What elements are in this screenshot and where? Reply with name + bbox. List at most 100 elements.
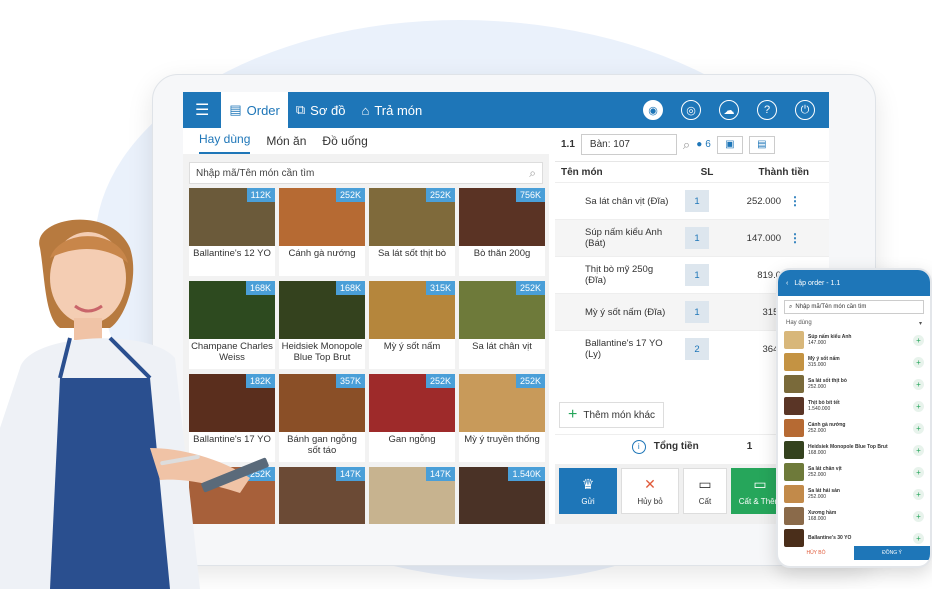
food-image: 315K	[369, 281, 455, 339]
phone-ok-button[interactable]: ĐỒNG Ý	[854, 546, 930, 560]
food-image: 147K	[369, 467, 455, 524]
line-total: 147.000	[746, 232, 781, 244]
price-badge: 315K	[425, 281, 455, 295]
info-icon[interactable]: i	[631, 439, 646, 454]
menu-item-card[interactable]: 252K Sa lát chân vịt	[459, 281, 545, 369]
menu-item-card[interactable]: 147K	[369, 467, 455, 524]
food-thumbnail	[784, 529, 804, 547]
tab-order[interactable]: ▤ Order	[221, 92, 288, 128]
phone-list-item[interactable]: Mỳ ý sốt nấm 315.000 +	[778, 351, 930, 373]
phone-list-item[interactable]: Sa lát sốt thịt bò 252.000 +	[778, 373, 930, 395]
cloud-icon[interactable]: ☁	[719, 100, 739, 120]
category-tabs: Hay dùng Món ăn Đồ uống	[183, 128, 549, 154]
search-icon: ⌕	[789, 303, 793, 310]
add-icon[interactable]: +	[913, 532, 924, 544]
price-badge: 252K	[335, 188, 365, 202]
tab-map[interactable]: ⧉ Sơ đồ	[288, 92, 354, 128]
quantity-field[interactable]: 1	[685, 301, 709, 323]
phone-header: ‹ Lập order - 1.1	[778, 270, 930, 296]
send-button[interactable]: ♛ Gửi	[559, 468, 617, 514]
waitress-illustration	[0, 219, 269, 589]
menu-item-card[interactable]: 1.540K	[459, 467, 545, 524]
save-button[interactable]: ▭ Cất	[683, 468, 727, 514]
help-icon[interactable]: ?	[757, 100, 777, 120]
add-more-button[interactable]: + Thêm món khác	[559, 402, 665, 428]
quantity-field[interactable]: 1	[685, 227, 709, 249]
quantity-field[interactable]: 1	[685, 190, 709, 212]
phone-item-price: 315.000	[808, 362, 827, 368]
line-total: 364.	[762, 343, 782, 355]
guests-count[interactable]: ● 6	[696, 139, 711, 150]
phone-list-item[interactable]: Xương hầm 168.000 +	[778, 505, 930, 527]
phone-list-item[interactable]: Thịt bò bít tết 1.540.000 +	[778, 395, 930, 417]
tab-return[interactable]: ⌂ Trả món	[353, 92, 430, 128]
order-icon: ▤	[229, 102, 242, 117]
receipt-icon[interactable]: ▤	[748, 135, 775, 154]
phone-cancel-button[interactable]: HỦY BỎ	[778, 546, 854, 560]
power-icon[interactable]: ⏻	[795, 100, 815, 120]
phone-list-item[interactable]: Sa lát hải sản 252.000 +	[778, 483, 930, 505]
tray-icon: ⌂	[361, 102, 370, 118]
more-icon[interactable]: ⋮	[789, 194, 801, 208]
quantity-field[interactable]: 1	[685, 264, 709, 286]
price-badge: 252K	[425, 374, 455, 388]
menu-item-card[interactable]: 315K Mỳ ý sốt nấm	[369, 281, 455, 369]
food-image: 1.540K	[459, 467, 545, 524]
menu-item-card[interactable]: 252K Sa lát sốt thịt bò	[369, 188, 455, 276]
price-badge: 168K	[335, 281, 365, 295]
tab-drinks[interactable]: Đồ uống	[322, 134, 367, 154]
add-icon[interactable]: +	[913, 466, 924, 478]
add-icon[interactable]: +	[913, 510, 924, 522]
menu-item-card[interactable]: 252K Mỳ ý truyền thống	[459, 374, 545, 462]
order-header: 1.1 Bàn: 107 ⌕ ● 6 ▣ ▤	[555, 128, 829, 162]
add-icon[interactable]: +	[913, 400, 924, 412]
tab-frequent[interactable]: Hay dùng	[199, 132, 251, 154]
phone-filter[interactable]: Hay dùng ▾	[778, 318, 930, 329]
phone-list-item[interactable]: Súp nấm kiểu Anh 147.000 +	[778, 329, 930, 351]
more-icon[interactable]: ⋮	[789, 231, 801, 245]
order-row[interactable]: Sa lát chân vịt (Đĩa) 1 252.000 ⋮	[555, 182, 829, 219]
add-icon[interactable]: +	[913, 356, 924, 368]
map-icon: ⧉	[295, 102, 306, 117]
tab-food[interactable]: Món ăn	[266, 134, 306, 154]
food-thumbnail	[784, 397, 804, 415]
price-badge: 756K	[515, 188, 545, 202]
quantity-field[interactable]: 2	[685, 338, 709, 360]
menu-button[interactable]: ☰	[183, 92, 221, 128]
order-item-name: Sa lát chân vịt (Đĩa)	[585, 195, 669, 207]
add-icon[interactable]: +	[913, 488, 924, 500]
order-item-name: Súp nấm kiểu Anh (Bát)	[585, 227, 663, 249]
menu-search-input[interactable]: Nhập mã/Tên món cần tìm ⌕	[189, 162, 543, 184]
menu-item-card[interactable]: 252K Gan ngỗng	[369, 374, 455, 462]
back-icon[interactable]: ‹	[786, 280, 788, 287]
phone-list-item[interactable]: Heidsiek Monopole Blue Top Brut 168.000 +	[778, 439, 930, 461]
phone-item-price: 168.000	[808, 516, 827, 522]
menu-item-name: Mỳ ý sốt nấm	[383, 341, 441, 352]
note-icon[interactable]: ▣	[716, 135, 743, 154]
order-row[interactable]: Súp nấm kiểu Anh (Bát) 1 147.000 ⋮	[555, 219, 829, 256]
phone-list-item[interactable]: Cánh gà nướng 252.000 +	[778, 417, 930, 439]
cancel-button[interactable]: ✕ Hủy bỏ	[621, 468, 679, 514]
phone-item-price: 252.000	[808, 472, 827, 478]
food-thumbnail	[784, 331, 804, 349]
phone-item-list: Súp nấm kiểu Anh 147.000 + Mỳ ý sốt nấm 315.…	[778, 329, 930, 549]
phone-list-item[interactable]: Sa lát chân vịt 252.000 +	[778, 461, 930, 483]
globe-icon[interactable]: ◎	[681, 100, 701, 120]
add-icon[interactable]: +	[913, 422, 924, 434]
search-icon[interactable]: ⌕	[683, 137, 690, 153]
line-total: 252.000	[746, 195, 781, 207]
top-bar: ☰ ▤ Order ⧉ Sơ đồ ⌂ Trả món ◉ ◎ ☁ ? ⏻	[183, 92, 829, 128]
menu-item-card[interactable]: 756K Bò thăn 200g	[459, 188, 545, 276]
food-thumbnail	[784, 463, 804, 481]
order-item-name: Mỳ ý sốt nấm (Đĩa)	[585, 306, 666, 318]
food-thumbnail	[784, 353, 804, 371]
restaurant-icon[interactable]: ◉	[643, 100, 663, 120]
table-field[interactable]: Bàn: 107	[580, 134, 677, 155]
add-icon[interactable]: +	[913, 334, 924, 346]
food-thumbnail	[784, 419, 804, 437]
add-icon[interactable]: +	[913, 444, 924, 456]
phone-search-input[interactable]: ⌕ Nhập mã/Tên món cần tìm	[784, 300, 924, 314]
add-icon[interactable]: +	[913, 378, 924, 390]
food-thumbnail	[784, 375, 804, 393]
chevron-down-icon: ▾	[918, 321, 922, 327]
